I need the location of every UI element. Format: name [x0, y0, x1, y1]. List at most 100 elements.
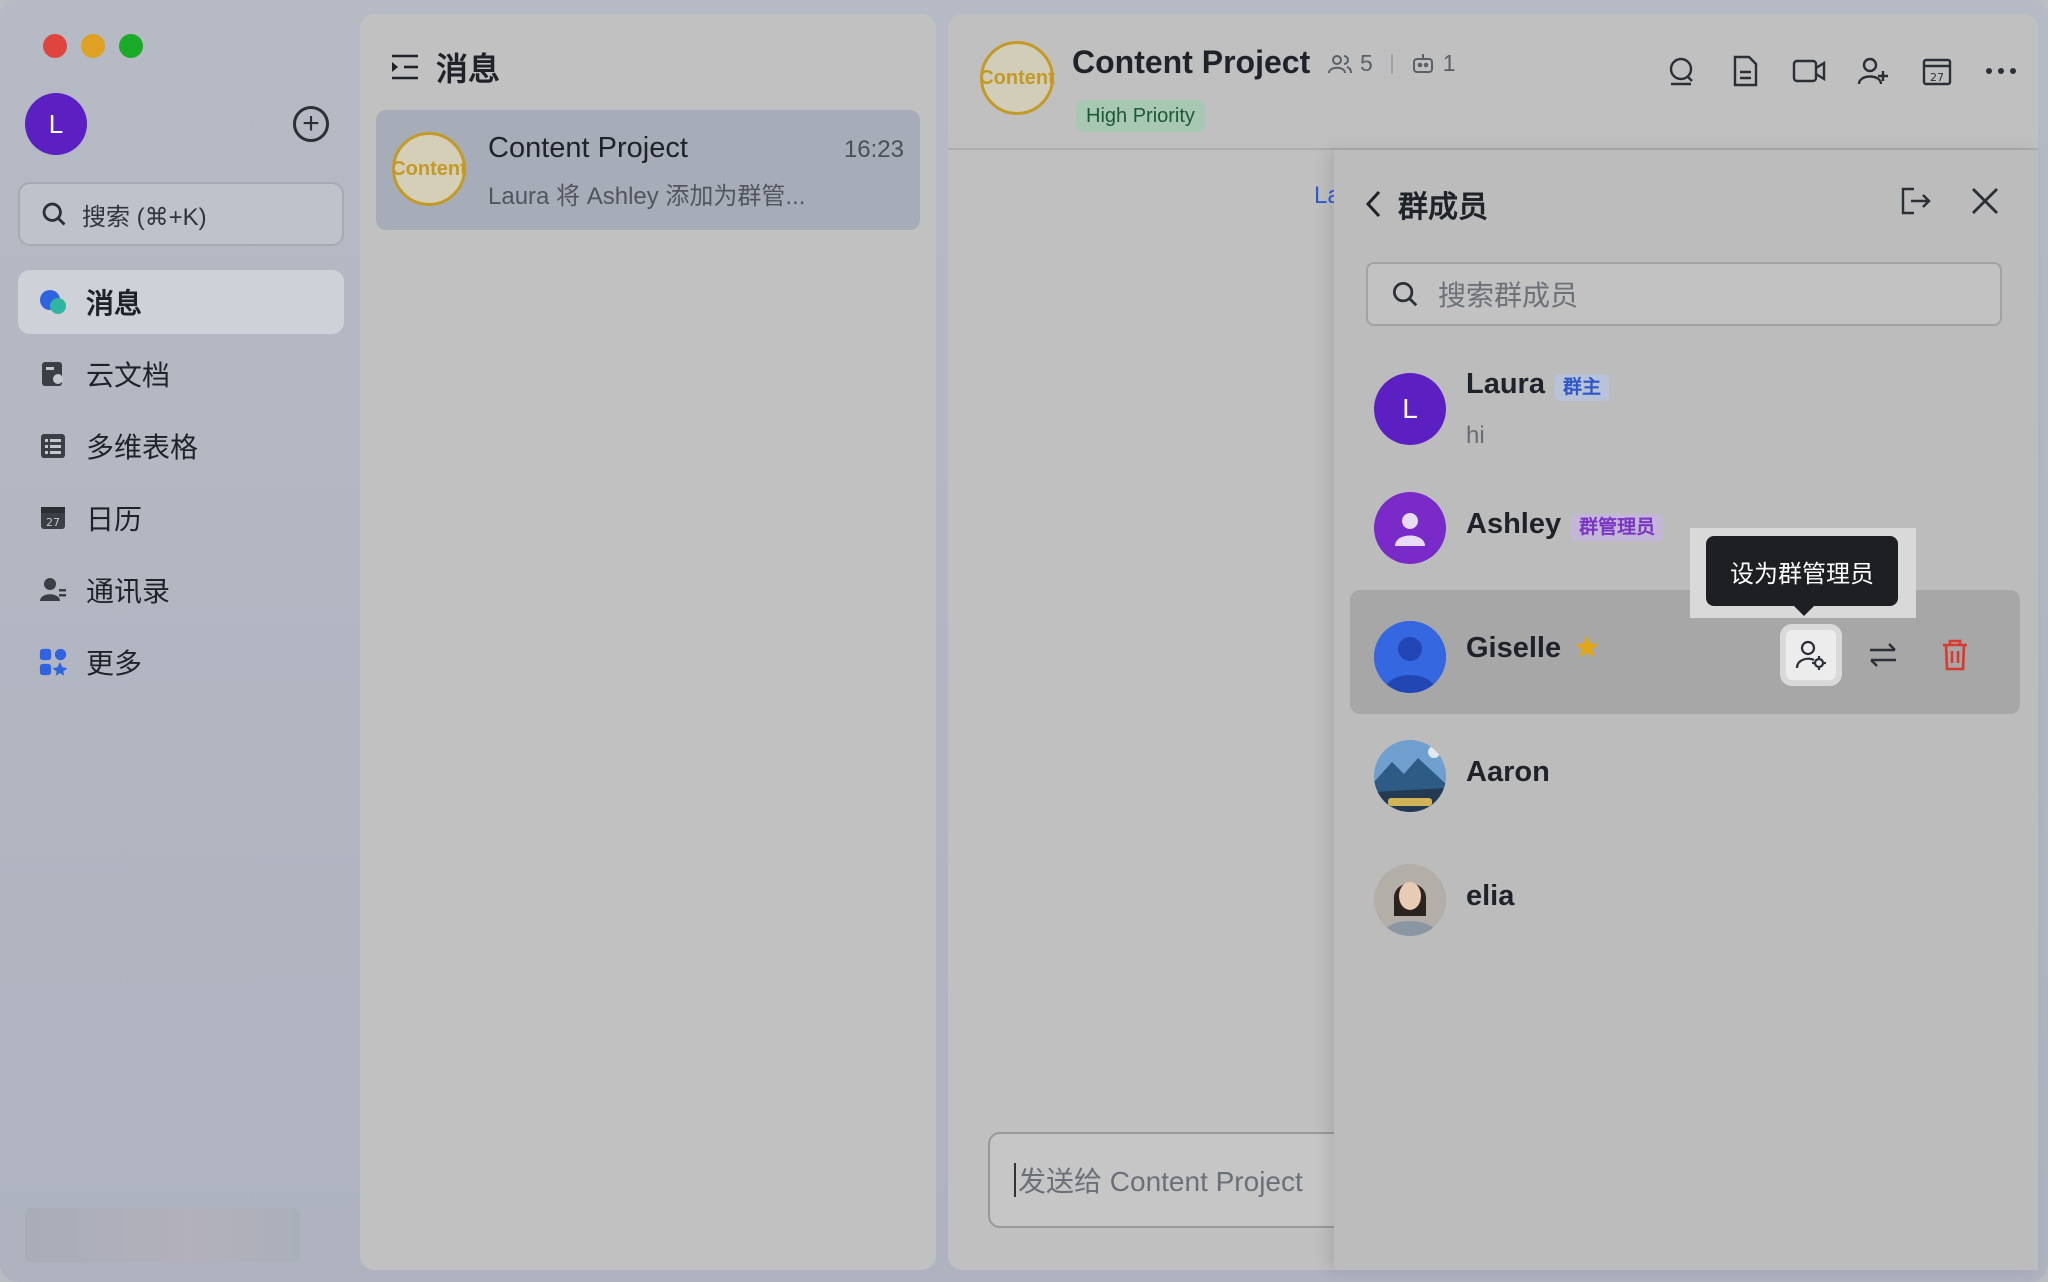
- trash-icon: [1943, 639, 1967, 671]
- nav-item-messages[interactable]: 消息: [18, 270, 344, 334]
- avatar: [1374, 864, 1446, 936]
- chat-bubbles-icon: [38, 287, 68, 317]
- chat-group-avatar[interactable]: Cont ent: [979, 41, 1055, 115]
- apps-grid-icon: [38, 647, 68, 677]
- conversation-list-header: 消息: [390, 44, 500, 90]
- nav-item-label: 多维表格: [86, 432, 199, 463]
- default-avatar-icon: [1395, 513, 1425, 546]
- avatar: [1374, 492, 1446, 564]
- members-icon: [1328, 54, 1352, 73]
- member-row-ashley[interactable]: Ashley 群管理员: [1350, 466, 2020, 590]
- set-admin-button[interactable]: [1786, 630, 1836, 680]
- app-window: L + 搜索 (⌘+K) 消息 云文档 多维表格 27 日历 通讯录 更多 消息…: [0, 0, 2048, 1282]
- global-search[interactable]: 搜索 (⌘+K): [18, 182, 344, 246]
- transfer-owner-button[interactable]: [1858, 630, 1908, 680]
- nav-item-base[interactable]: 多维表格: [18, 414, 344, 478]
- star-icon: [1575, 635, 1599, 658]
- user-settings-icon: [1795, 640, 1826, 670]
- table-icon: [38, 431, 68, 461]
- conversation-item[interactable]: Cont ent Content Project 16:23 Laura 将 As…: [376, 110, 920, 230]
- member-row-laura[interactable]: L Laura 群主 hi: [1350, 342, 2020, 466]
- nav-item-label: 通讯录: [86, 576, 171, 607]
- add-member-icon: [1857, 57, 1888, 85]
- member-row-elia[interactable]: elia: [1350, 838, 2020, 962]
- blurred-footer: [25, 1208, 300, 1262]
- chat-title[interactable]: Content Project: [1072, 44, 1310, 81]
- nav-item-label: 消息: [86, 288, 143, 319]
- calendar-button[interactable]: 27: [1920, 54, 1954, 88]
- member-row-actions: [1786, 630, 1980, 680]
- nav-item-label: 云文档: [86, 360, 171, 391]
- contacts-icon: [38, 575, 68, 605]
- bot-count[interactable]: 1: [1443, 50, 1456, 77]
- sidebar-nav: L + 搜索 (⌘+K) 消息 云文档 多维表格 27 日历 通讯录 更多: [0, 0, 358, 1282]
- conversation-list-panel: 消息 Cont ent Content Project 16:23 Laura 将…: [360, 14, 936, 1270]
- owner-badge: 群主: [1554, 373, 1609, 401]
- conversation-time: 16:23: [843, 136, 904, 163]
- member-status: hi: [1466, 422, 1485, 449]
- conversation-preview: Laura 将 Ashley 添加为群管...: [488, 183, 806, 210]
- user-avatar[interactable]: L: [25, 93, 87, 155]
- chat-meta: 5 1: [1328, 50, 1456, 77]
- tooltip-highlight: 设为群管理员: [1690, 528, 1916, 618]
- set-admin-tooltip: 设为群管理员: [1706, 536, 1898, 616]
- member-count[interactable]: 5: [1360, 50, 1373, 77]
- global-search-placeholder: 搜索 (⌘+K): [82, 203, 207, 231]
- members-header-tools: [1900, 186, 2000, 216]
- avatar: [1374, 740, 1446, 812]
- search-chat-icon: [1669, 57, 1693, 86]
- landscape-avatar-icon: [1374, 740, 1446, 812]
- search-icon: [42, 202, 66, 226]
- search-icon: [1393, 282, 1418, 307]
- video-call-button[interactable]: [1792, 54, 1826, 88]
- member-search-input[interactable]: 搜索群成员: [1366, 262, 2002, 326]
- group-avatar: Cont ent: [391, 132, 467, 206]
- plus-icon: +: [302, 107, 320, 140]
- collapse-list-icon[interactable]: [390, 53, 420, 81]
- close-icon[interactable]: [1970, 186, 2000, 216]
- docs-button[interactable]: [1728, 54, 1762, 88]
- bot-icon: [1412, 53, 1433, 73]
- nav-list: 消息 云文档 多维表格 27 日历 通讯录 更多: [18, 270, 344, 702]
- admin-badge: 群管理员: [1571, 513, 1664, 541]
- default-avatar-icon: [1374, 621, 1446, 693]
- text-caret: [1014, 1163, 1016, 1197]
- nav-item-docs[interactable]: 云文档: [18, 342, 344, 406]
- member-row-aaron[interactable]: Aaron: [1350, 714, 2020, 838]
- document-icon: [38, 359, 68, 389]
- member-name: Aaron: [1466, 756, 1550, 788]
- remove-member-button[interactable]: [1930, 630, 1980, 680]
- nav-item-more[interactable]: 更多: [18, 630, 344, 694]
- search-chat-button[interactable]: [1664, 54, 1698, 88]
- avatar: L: [1374, 373, 1446, 445]
- back-icon[interactable]: [1364, 189, 1384, 219]
- conversation-title: Content Project: [488, 132, 688, 164]
- more-icon: [1986, 68, 2016, 74]
- nav-item-calendar[interactable]: 27 日历: [18, 486, 344, 550]
- member-name: Ashley 群管理员: [1466, 508, 1664, 541]
- leave-group-icon[interactable]: [1900, 186, 1932, 216]
- message-input-placeholder: 发送给 Content Project: [1018, 1166, 1303, 1197]
- member-name-text: Giselle: [1466, 632, 1562, 664]
- svg-text:27: 27: [1930, 71, 1944, 84]
- member-row-giselle[interactable]: Giselle: [1350, 590, 2020, 714]
- member-name: Giselle: [1466, 632, 1601, 665]
- members-title: 群成员: [1398, 191, 1488, 224]
- conversation-list-title: 消息: [436, 51, 501, 87]
- svg-text:27: 27: [46, 516, 60, 529]
- create-button[interactable]: +: [293, 106, 329, 142]
- nav-item-label: 更多: [86, 648, 143, 679]
- member-name-text: Ashley: [1466, 508, 1562, 540]
- video-call-icon: [1792, 59, 1826, 83]
- member-search-placeholder: 搜索群成员: [1438, 280, 1579, 311]
- nav-item-contacts[interactable]: 通讯录: [18, 558, 344, 622]
- person-photo-avatar-icon: [1374, 864, 1446, 936]
- swap-icon: [1870, 643, 1896, 667]
- more-button[interactable]: [1984, 54, 2018, 88]
- members-header: 群成员: [1364, 182, 1488, 226]
- add-member-button[interactable]: [1856, 54, 1890, 88]
- doc-icon: [1733, 55, 1758, 87]
- member-name-text: Laura: [1466, 368, 1545, 400]
- chat-header: Cont ent Content Project 5 1 High Priorit…: [948, 14, 2038, 150]
- avatar: [1374, 621, 1446, 693]
